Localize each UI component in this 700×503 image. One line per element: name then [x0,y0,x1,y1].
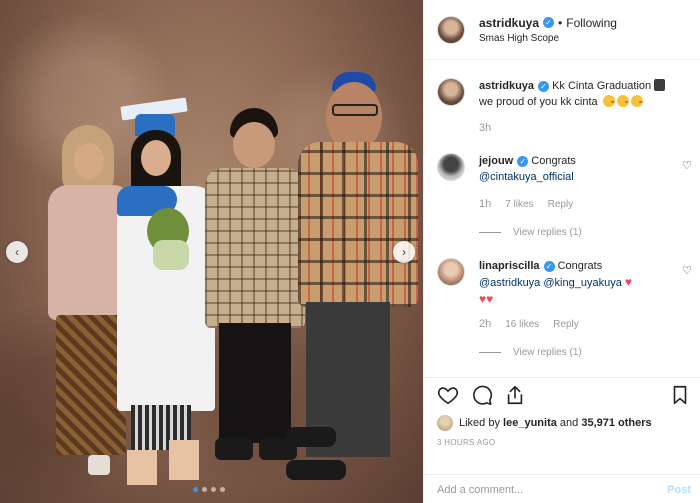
verified-badge-icon: ✓ [543,261,555,272]
comment-reply-button[interactable]: Reply [548,199,574,210]
comment-item: jejouw ✓ Congrats @cintakuya_official ♡ 1… [437,153,692,243]
comment-mention[interactable]: @cintakuya_official [479,171,574,183]
comment-bubble-icon[interactable] [471,384,493,406]
carousel-dot [220,487,225,492]
comment-time[interactable]: 1h [479,198,491,210]
caption-author-avatar[interactable] [437,78,465,106]
photo-person-son [205,108,305,473]
comment-like-heart-icon[interactable]: ♡ [681,265,693,277]
caption-username[interactable]: astridkuya [479,80,534,92]
comment-text: Congrats [557,260,603,272]
verified-badge-icon: ✓ [538,81,550,92]
verified-badge-icon: ✓ [543,17,555,28]
post-location[interactable]: Smas High Scope [479,33,617,44]
liked-by-user[interactable]: lee_yunita [503,417,557,429]
red-heart-emoji-icon: ♥ [486,292,494,306]
caption-time[interactable]: 3h [479,122,491,134]
photo-person-father [286,72,421,482]
author-avatar[interactable] [437,15,465,44]
post-caption: astridkuya ✓ Kk Cinta Graduation we proud… [437,78,687,138]
post-timestamp[interactable]: 3 HOURS AGO [437,438,495,447]
red-heart-emoji-icon: ♥ [624,275,632,289]
add-comment-bar: Post [424,474,700,503]
post-photo[interactable]: ‹ › [0,0,423,503]
comment-text: Congrats [531,155,576,167]
add-comment-input[interactable] [437,483,668,496]
post-header: astridkuya ✓ • Following Smas High Scope [424,0,700,60]
kiss-emoji-icon [602,95,615,107]
commenter-avatar[interactable] [437,258,465,286]
view-replies-label[interactable]: View replies (1) [513,227,582,238]
share-icon[interactable] [504,384,526,406]
author-username[interactable]: astridkuya [479,16,539,30]
replies-divider [479,352,501,353]
kiss-emoji-icon [630,95,643,107]
comment-likes-count[interactable]: 16 likes [505,319,539,330]
view-replies-button[interactable]: View replies (1) [479,347,582,358]
likes-count-button[interactable]: 35,971 others [581,417,651,429]
carousel-indicator [193,487,225,492]
comment-reply-button[interactable]: Reply [553,319,579,330]
carousel-dot [193,487,198,492]
post-side-panel: astridkuya ✓ • Following Smas High Scope… [423,0,700,503]
comment-item: linapriscilla ✓ Congrats @astridkuya @kin… [437,258,692,368]
comment-likes-count[interactable]: 7 likes [505,199,533,210]
liked-by-prefix: Liked by [459,417,500,429]
following-button[interactable]: Following [566,16,617,30]
replies-divider [479,232,501,233]
graduate-emoji-icon [654,79,666,91]
view-replies-label[interactable]: View replies (1) [513,347,582,358]
carousel-dot [211,487,216,492]
carousel-prev-button[interactable]: ‹ [6,241,28,263]
like-heart-icon[interactable] [437,384,459,406]
verified-badge-icon: ✓ [517,156,529,167]
comment-time[interactable]: 2h [479,318,491,330]
carousel-next-button[interactable]: › [393,241,415,263]
commenter-username[interactable]: jejouw [479,155,513,167]
view-replies-button[interactable]: View replies (1) [479,227,582,238]
commenter-username[interactable]: linapriscilla [479,260,540,272]
kiss-emoji-icon [616,95,629,107]
comments-list[interactable]: astridkuya ✓ Kk Cinta Graduation we proud… [424,61,700,377]
caption-text-line2: we proud of you kk cinta [479,96,598,108]
post-comment-button[interactable]: Post [667,484,691,496]
caption-text-line1: Kk Cinta Graduation [552,80,652,92]
follow-separator: • [558,15,563,30]
comment-like-heart-icon[interactable]: ♡ [681,160,693,172]
comment-mention[interactable]: @astridkuya [479,277,540,289]
commenter-avatar[interactable] [437,153,465,181]
carousel-dot [202,487,207,492]
likes-summary: Liked by lee_yunita and 35,971 others [437,415,652,431]
liked-by-and: and [559,417,579,429]
post-actions: Liked by lee_yunita and 35,971 others 3 … [424,377,700,503]
comment-mention[interactable]: @king_uyakuya [543,277,621,289]
bookmark-icon[interactable] [669,384,691,406]
liker-avatar[interactable] [437,415,453,431]
